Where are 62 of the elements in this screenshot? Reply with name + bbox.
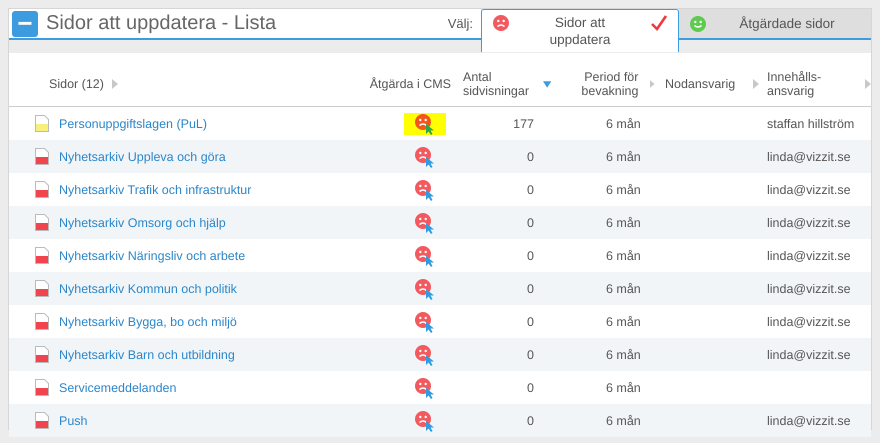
sad-face-cursor-icon[interactable]: [414, 376, 436, 398]
sad-face-cursor-icon[interactable]: [414, 278, 436, 300]
table-cell: 6 mån: [606, 414, 641, 428]
sad-face-cursor-icon[interactable]: [414, 244, 436, 266]
table-cell: 0: [527, 314, 534, 328]
smiley-face-icon: [689, 14, 707, 32]
page-link[interactable]: Nyhetsarkiv Uppleva och göra: [59, 150, 226, 164]
table-cell: staffan hillström: [767, 116, 854, 130]
table-cell: linda@vizzit.se: [767, 414, 851, 428]
sad-face-cursor-icon[interactable]: [414, 344, 436, 366]
panel-title: Sidor att uppdatera - Lista: [46, 12, 278, 35]
table-cell: 0: [527, 248, 534, 262]
table-cell: 0: [527, 282, 534, 296]
page-link[interactable]: Personuppgiftslagen (PuL): [59, 116, 208, 130]
table-cell: 6 mån: [606, 150, 641, 164]
sad-face-cursor-icon[interactable]: [414, 310, 436, 332]
column-header[interactable]: Sidor (12): [49, 77, 104, 91]
table-cell: linda@vizzit.se: [767, 314, 851, 328]
page-link[interactable]: Push: [59, 414, 88, 428]
table-cell: 0: [527, 216, 534, 230]
choose-label: Välj:: [448, 16, 474, 31]
sad-face-cursor-icon[interactable]: [414, 178, 436, 200]
table-cell: 6 mån: [606, 248, 641, 262]
page-link[interactable]: Servicemeddelanden: [59, 380, 176, 394]
table-cell: 6 mån: [606, 182, 641, 196]
page-link[interactable]: Nyhetsarkiv Bygga, bo och miljö: [59, 314, 237, 328]
table-cell: 6 mån: [606, 348, 641, 362]
table-cell: 6 mån: [606, 216, 641, 230]
sad-face-cursor-icon[interactable]: [414, 146, 436, 168]
sad-face-cursor-icon[interactable]: [414, 410, 436, 432]
sad-face-cursor-icon[interactable]: [414, 212, 436, 234]
collapse-button[interactable]: −: [12, 10, 38, 36]
page-link[interactable]: Nyhetsarkiv Näringsliv och arbete: [59, 248, 246, 262]
table-cell: 6 mån: [606, 380, 641, 394]
table-cell: 0: [527, 150, 534, 164]
table-cell: linda@vizzit.se: [767, 182, 851, 196]
column-header[interactable]: Nodansvarig: [665, 77, 736, 91]
column-header[interactable]: Åtgärda i CMS: [370, 77, 451, 91]
table-cell: 6 mån: [606, 282, 641, 296]
table-cell: 0: [527, 380, 534, 394]
column-header[interactable]: Period för bevakning: [551, 70, 638, 98]
sad-face-cursor-icon[interactable]: [414, 112, 436, 134]
table-cell: linda@vizzit.se: [767, 150, 851, 164]
table-cell: 177: [513, 116, 534, 130]
table-cell: 0: [527, 182, 534, 196]
tab[interactable]: Sidor att uppdatera: [481, 9, 679, 52]
sad-face-icon: [492, 14, 510, 32]
table-cell: 6 mån: [606, 314, 641, 328]
page-link[interactable]: Nyhetsarkiv Barn och utbildning: [59, 348, 235, 362]
table-cell: linda@vizzit.se: [767, 248, 851, 262]
tab[interactable]: Åtgärdade sidor: [679, 9, 871, 40]
column-header[interactable]: Innehålls-ansvarig: [767, 70, 851, 98]
table-cell: 0: [527, 414, 534, 428]
table-cell: linda@vizzit.se: [767, 348, 851, 362]
table-cell: 0: [527, 348, 534, 362]
page-link[interactable]: Nyhetsarkiv Trafik och infrastruktur: [59, 182, 252, 196]
table-cell: linda@vizzit.se: [767, 216, 851, 230]
page-link[interactable]: Nyhetsarkiv Omsorg och hjälp: [59, 216, 226, 230]
page-link[interactable]: Nyhetsarkiv Kommun och politik: [59, 282, 237, 296]
column-header[interactable]: Antal sidvisningar: [463, 70, 535, 98]
table-cell: 6 mån: [606, 116, 641, 130]
table-cell: linda@vizzit.se: [767, 282, 851, 296]
